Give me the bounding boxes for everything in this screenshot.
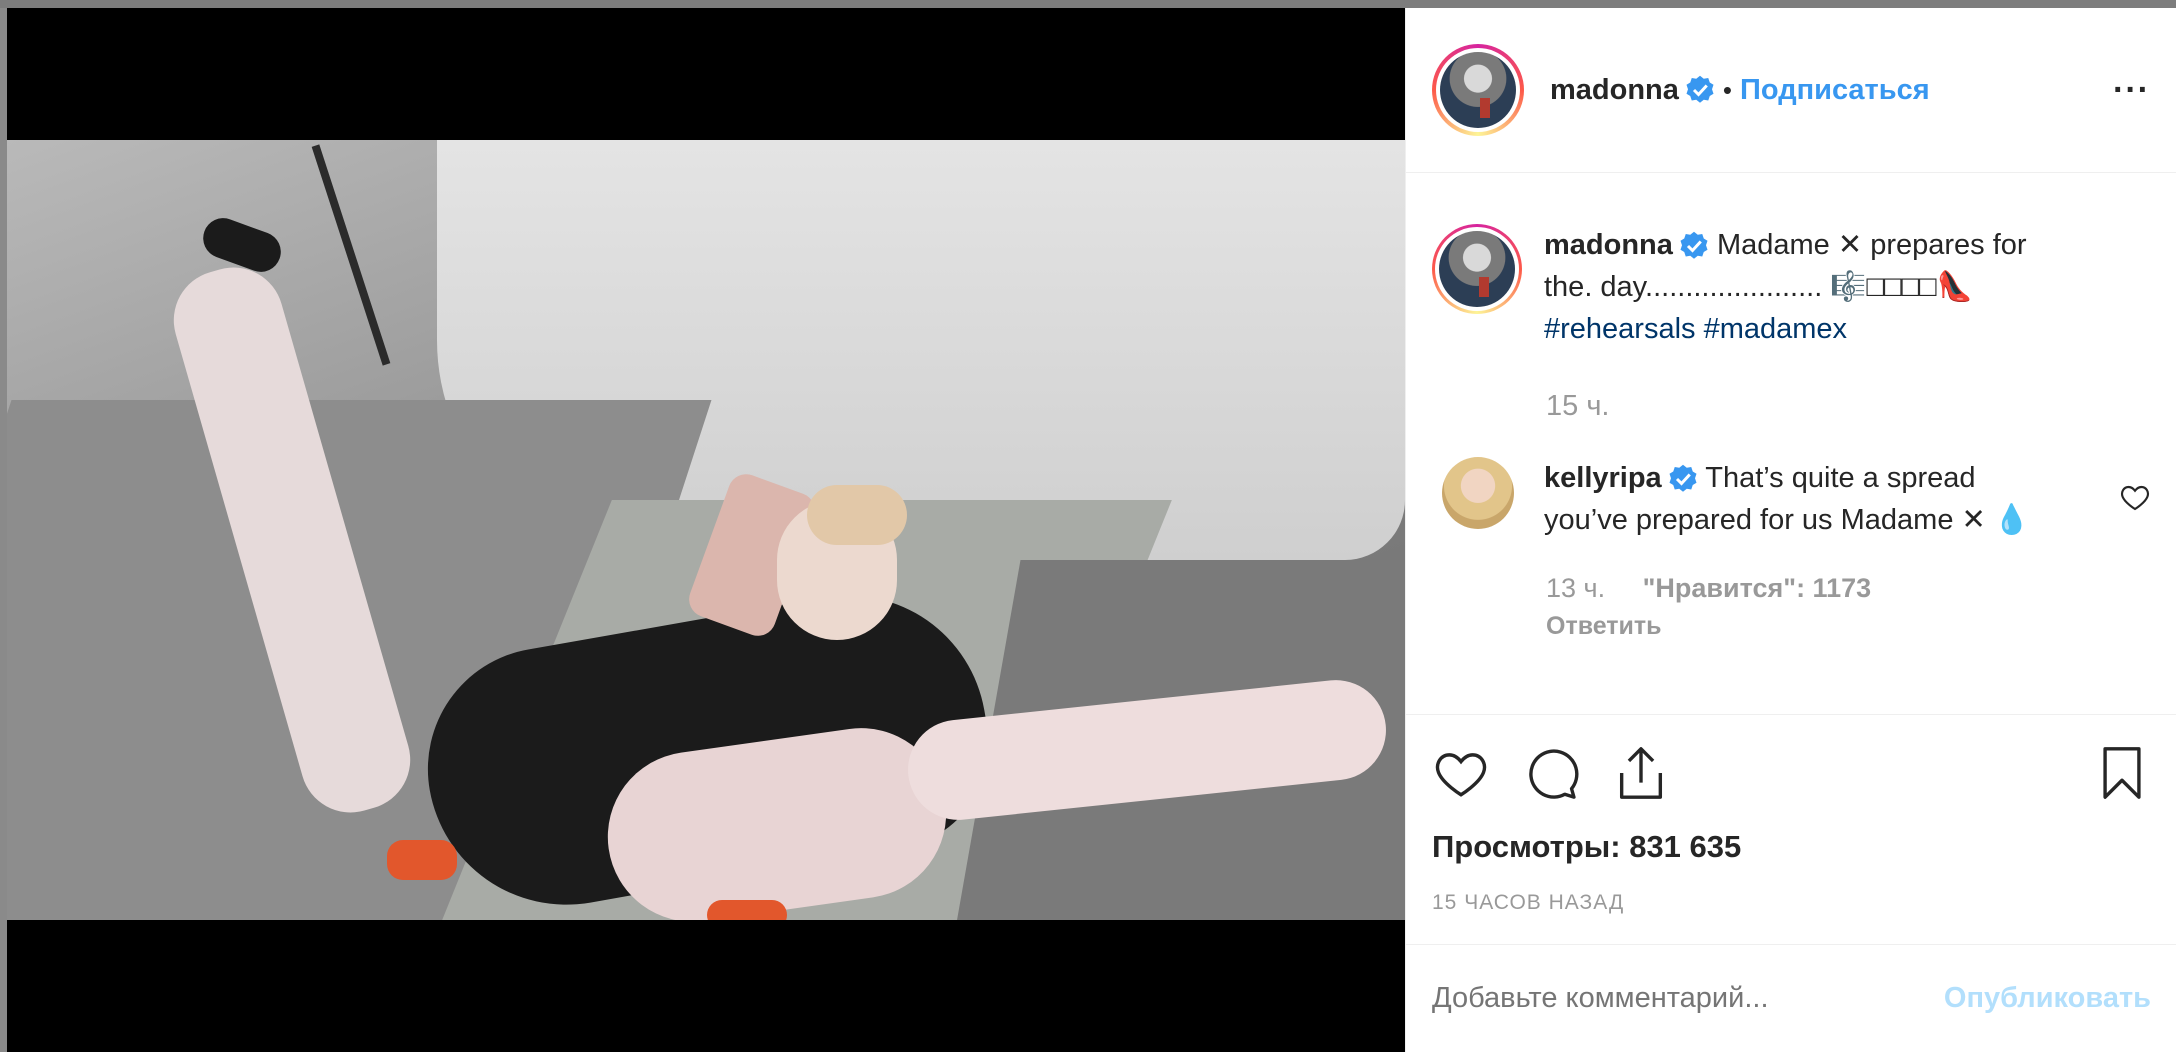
commenter-avatar[interactable] [1442, 457, 1514, 529]
comment-username[interactable]: kellyripa [1544, 462, 1662, 494]
comment-meta: 13 ч. "Нравится": 1173 [1546, 573, 2151, 604]
caption-username[interactable]: madonna [1544, 229, 1673, 261]
video-scene-stand [311, 144, 391, 366]
post-sidebar: madonna • Подписаться ··· madonna Madame… [1405, 8, 2176, 1052]
comment-time: 13 ч. [1546, 573, 1606, 603]
video-scene-hair [807, 485, 907, 545]
hashtag-rehearsals[interactable]: #rehearsals [1544, 313, 1696, 345]
comment-input[interactable] [1432, 982, 1944, 1015]
video-frame[interactable] [7, 140, 1405, 920]
heart-icon[interactable] [1432, 744, 1490, 802]
post-actions-section: Просмотры: 831 635 15 часов назад [1406, 714, 2176, 944]
more-options-icon[interactable]: ··· [2113, 71, 2150, 110]
caption-line1: Madame ✕ prepares for [1716, 229, 2027, 261]
views-count[interactable]: Просмотры: 831 635 [1432, 829, 2151, 865]
post-video[interactable] [7, 8, 1405, 1052]
video-scene-pad [707, 900, 787, 920]
browser-top-strip [0, 0, 2176, 8]
avatar-image [1440, 52, 1516, 128]
author-username[interactable]: madonna [1550, 74, 1679, 107]
author-avatar[interactable] [1432, 44, 1524, 136]
caption-text: madonna Madame ✕ prepares for the. day..… [1544, 224, 2104, 350]
verified-badge-icon [1680, 232, 1708, 260]
comments-section: madonna Madame ✕ prepares for the. day..… [1406, 174, 2176, 714]
verified-badge-icon [1669, 465, 1697, 493]
comment-likes[interactable]: "Нравится": 1173 [1643, 573, 1872, 603]
bookmark-icon[interactable] [2093, 744, 2151, 802]
add-comment-bar: Опубликовать [1406, 944, 2176, 1052]
separator-dot: • [1722, 74, 1733, 105]
hashtag-madamex[interactable]: #madamex [1704, 313, 1847, 345]
share-icon[interactable] [1612, 744, 1670, 802]
caption-line2: the. day...................... 🎼□□□□👠 [1544, 271, 1973, 303]
verified-badge-icon [1686, 75, 1714, 103]
video-scene-pad [387, 840, 457, 880]
publish-button[interactable]: Опубликовать [1944, 982, 2151, 1015]
follow-button[interactable]: Подписаться [1740, 74, 1930, 107]
post-header: madonna • Подписаться ··· [1406, 8, 2176, 173]
comment-text: kellyripa That’s quite a spread you’ve p… [1544, 457, 2064, 541]
comment-icon[interactable] [1522, 744, 1580, 802]
caption-time: 15 ч. [1546, 390, 1610, 422]
caption: madonna Madame ✕ prepares for the. day..… [1432, 224, 2151, 350]
instagram-post-modal: madonna • Подписаться ··· madonna Madame… [7, 8, 2176, 1052]
caption-avatar[interactable] [1432, 224, 1522, 314]
action-bar [1432, 715, 2151, 831]
post-timestamp: 15 часов назад [1432, 891, 1625, 914]
comment-item: kellyripa That’s quite a spread you’ve p… [1432, 457, 2151, 541]
reply-button[interactable]: Ответить [1546, 612, 2151, 641]
comment-like-heart-icon[interactable] [2119, 481, 2151, 513]
avatar-image [1439, 231, 1515, 307]
